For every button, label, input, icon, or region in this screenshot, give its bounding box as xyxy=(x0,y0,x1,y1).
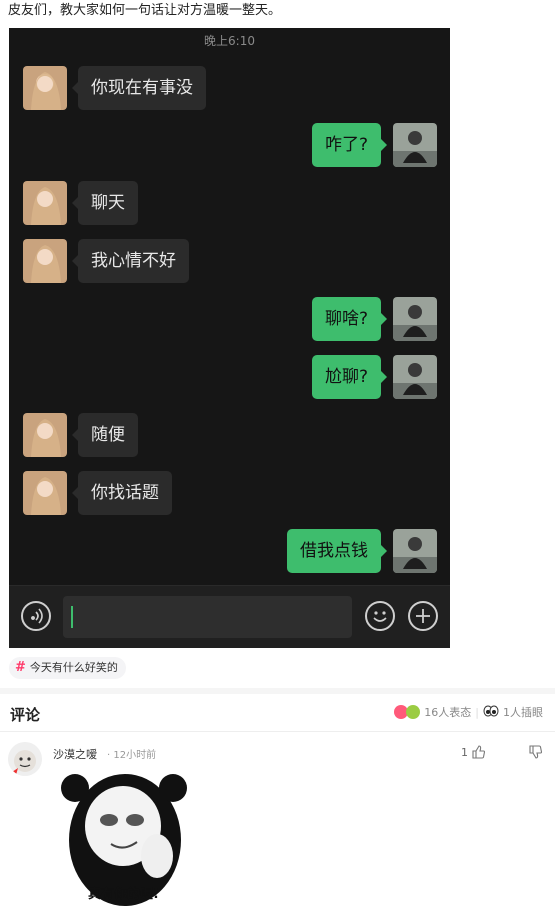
chat-time: 晚上6:10 xyxy=(204,34,255,48)
text-caret xyxy=(71,606,73,628)
message-row: 聊天 xyxy=(9,181,450,226)
hashtag-icon: # xyxy=(15,660,26,675)
female-avatar xyxy=(23,239,67,283)
message-row: 你现在有事没 xyxy=(9,66,450,111)
message-row: 随便 xyxy=(9,413,450,458)
message-bubble: 咋了? xyxy=(311,123,388,167)
male-avatar xyxy=(393,529,437,573)
female-avatar xyxy=(23,471,67,515)
message-bubble: 我心情不好 xyxy=(72,239,189,283)
post-text: 皮友们，教大家如何一句话让对方温暖一整天。 xyxy=(8,3,282,18)
comments-title: 评论 xyxy=(10,706,41,724)
like-count: 1 xyxy=(461,745,468,759)
topic-tag-label: 今天有什么好笑的 xyxy=(29,661,118,674)
message-row: 尬聊? xyxy=(9,355,450,400)
dislike-button[interactable] xyxy=(528,744,543,763)
meme-image[interactable]: 真有你的喔! xyxy=(53,770,194,906)
male-avatar xyxy=(393,355,437,399)
message-bubble: 聊啥? xyxy=(311,297,388,341)
header-divider xyxy=(0,731,555,732)
eyes-icon xyxy=(483,705,499,720)
message-bubble: 借我点钱 xyxy=(287,529,387,573)
thumbs-down-icon xyxy=(529,745,543,759)
message-input[interactable] xyxy=(63,596,352,638)
view-count: 1人插眼 xyxy=(503,706,543,719)
like-button[interactable]: 1 xyxy=(461,745,485,759)
female-avatar xyxy=(23,413,67,457)
male-avatar xyxy=(393,123,437,167)
message-bubble: 你找话题 xyxy=(72,471,172,515)
reactions-separator: | xyxy=(475,705,479,719)
reactions-count: 16人表态 xyxy=(424,706,472,719)
section-divider xyxy=(0,688,555,694)
message-bubble: 你现在有事没 xyxy=(72,66,206,110)
commenter-avatar[interactable] xyxy=(8,742,42,776)
message-row: 咋了? xyxy=(9,123,450,168)
message-row: 我心情不好 xyxy=(9,239,450,284)
reactions-summary[interactable]: 16人表态 | 1人插眼 xyxy=(394,704,543,720)
voice-icon[interactable] xyxy=(21,601,51,631)
meme-caption: 真有你的喔! xyxy=(88,887,159,902)
topic-tag[interactable]: # 今天有什么好笑的 xyxy=(9,657,126,679)
comment-time: · 12小时前 xyxy=(107,750,157,761)
commenter-name[interactable]: 沙漠之嗳 xyxy=(53,746,97,762)
message-bubble: 尬聊? xyxy=(311,355,388,399)
message-bubble: 随便 xyxy=(72,413,138,457)
thumbs-up-icon xyxy=(472,745,485,759)
message-bubble: 聊天 xyxy=(72,181,138,225)
female-avatar xyxy=(23,66,67,110)
emoji-icon[interactable] xyxy=(365,601,395,631)
plus-icon[interactable] xyxy=(408,601,438,631)
chat-input-bar xyxy=(9,585,450,648)
male-avatar xyxy=(393,297,437,341)
message-row: 你找话题 xyxy=(9,471,450,516)
chat-screenshot: 晚上6:10 你现在有事没 咋了? 聊天 我心情不好 聊啥? 尬聊? 随便 你找… xyxy=(9,28,450,648)
message-row: 聊啥? xyxy=(9,297,450,342)
female-avatar xyxy=(23,181,67,225)
laugh-reaction-icon xyxy=(406,705,421,719)
message-row: 借我点钱 xyxy=(9,529,450,574)
